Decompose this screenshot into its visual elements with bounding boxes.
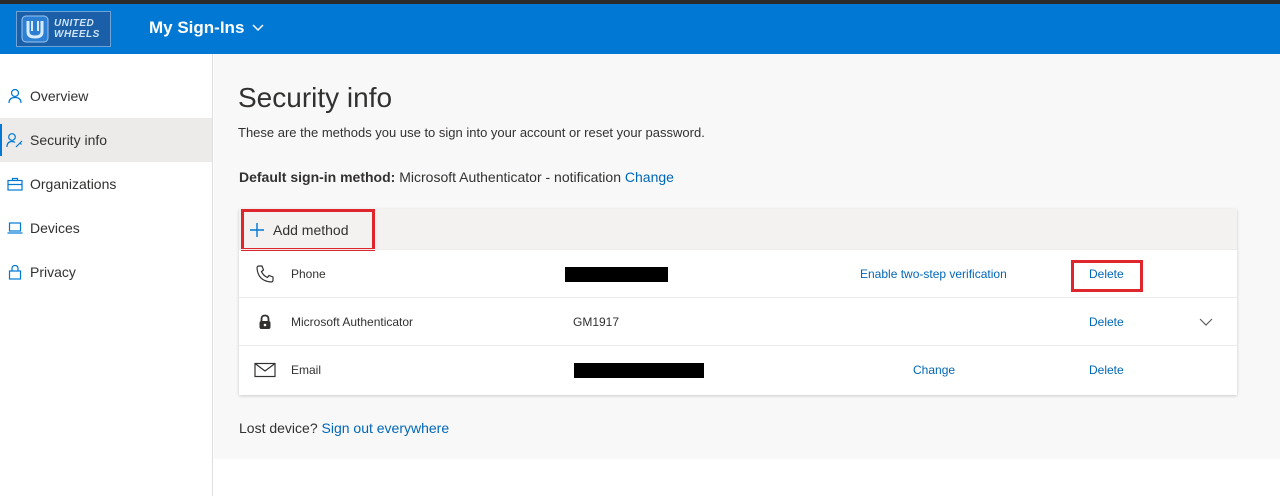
methods-card-header: Add method xyxy=(239,209,1237,251)
header-bar: UNITED WHEELS My Sign-Ins xyxy=(0,4,1280,54)
lost-device-line: Lost device? Sign out everywhere xyxy=(239,420,449,436)
chevron-down-icon xyxy=(252,24,264,32)
logo-text-line2: WHEELS xyxy=(54,29,100,40)
sidebar-nav: Overview Security info Organizations Dev… xyxy=(0,54,212,294)
enable-two-step-verification-link[interactable]: Enable two-step verification xyxy=(860,250,1007,298)
plus-icon xyxy=(249,222,265,238)
briefcase-icon xyxy=(6,175,24,193)
app-title-dropdown[interactable]: My Sign-Ins xyxy=(149,18,264,38)
default-method-value: Microsoft Authenticator - notification xyxy=(399,169,621,185)
app-title: My Sign-Ins xyxy=(149,18,245,37)
method-name: Microsoft Authenticator xyxy=(291,315,414,329)
method-name: Email xyxy=(291,363,322,377)
email-delete-link[interactable]: Delete xyxy=(1089,346,1124,394)
mail-icon xyxy=(254,346,276,394)
sidebar-item-devices[interactable]: Devices xyxy=(0,206,212,250)
company-logo[interactable]: UNITED WHEELS xyxy=(16,11,111,47)
default-method-label: Default sign-in method: xyxy=(239,169,396,185)
united-wheels-logo-icon xyxy=(20,14,50,44)
email-change-link[interactable]: Change xyxy=(913,346,955,394)
add-method-button[interactable]: Add method xyxy=(241,209,375,251)
method-row-authenticator: Microsoft Authenticator GM1917 Delete xyxy=(239,297,1237,345)
method-name: Phone xyxy=(291,267,326,281)
lock-icon xyxy=(6,263,24,281)
authenticator-lock-icon xyxy=(254,298,276,346)
method-row-email: Email Change Delete xyxy=(239,345,1237,395)
laptop-icon xyxy=(6,219,24,237)
person-key-icon xyxy=(6,131,24,149)
method-detail-redacted xyxy=(565,250,668,298)
default-sign-in-method: Default sign-in method: Microsoft Authen… xyxy=(239,169,674,185)
sidebar-item-organizations[interactable]: Organizations xyxy=(0,162,212,206)
method-row-phone: Phone Enable two-step verification Delet… xyxy=(239,249,1237,297)
page-description: These are the methods you use to sign in… xyxy=(238,125,705,140)
methods-card: Add method Phone Enable two-step verific… xyxy=(239,209,1237,395)
page-title: Security info xyxy=(238,82,393,113)
add-method-label: Add method xyxy=(273,222,349,238)
method-detail: GM1917 xyxy=(573,315,620,329)
sidebar-item-label: Organizations xyxy=(30,176,117,192)
phone-icon xyxy=(254,250,276,298)
sidebar-item-privacy[interactable]: Privacy xyxy=(0,250,212,294)
authenticator-delete-link[interactable]: Delete xyxy=(1089,298,1124,346)
lost-device-text: Lost device? xyxy=(239,420,318,436)
sidebar: Overview Security info Organizations Dev… xyxy=(0,54,213,496)
sign-out-everywhere-link[interactable]: Sign out everywhere xyxy=(322,420,450,436)
sidebar-item-label: Overview xyxy=(30,88,89,104)
default-method-change-link[interactable]: Change xyxy=(625,169,674,185)
sidebar-item-label: Privacy xyxy=(30,264,76,280)
logo-text: UNITED WHEELS xyxy=(54,18,100,40)
sidebar-item-label: Security info xyxy=(30,132,108,148)
logo-text-line1: UNITED xyxy=(54,18,95,29)
sidebar-item-label: Devices xyxy=(30,220,80,236)
sidebar-item-security-info[interactable]: Security info xyxy=(0,118,212,162)
chevron-down-icon[interactable] xyxy=(1199,298,1213,346)
delete-highlight-box xyxy=(1071,260,1143,292)
sidebar-item-overview[interactable]: Overview xyxy=(0,74,212,118)
person-icon xyxy=(6,87,24,105)
main-content: Security info These are the methods you … xyxy=(214,54,1280,459)
method-detail-redacted xyxy=(574,346,704,394)
